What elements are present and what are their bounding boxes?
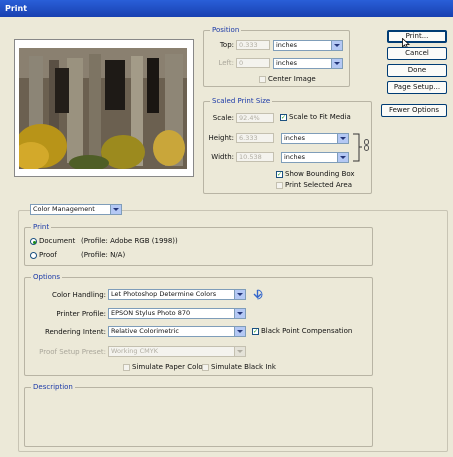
chevron-down-icon	[234, 290, 245, 299]
color-handling-select[interactable]: Let Photoshop Determine Colors	[108, 289, 246, 300]
simulate-ink-checkbox[interactable]	[202, 364, 209, 371]
document-radio[interactable]	[30, 238, 37, 245]
scaled-print-size-legend: Scaled Print Size	[210, 97, 273, 105]
bounding-box-checkbox[interactable]: ✓	[276, 171, 283, 178]
preview-photo	[19, 48, 187, 169]
color-handling-value: Let Photoshop Determine Colors	[111, 290, 217, 298]
print-button[interactable]: Print...	[387, 30, 447, 43]
printer-profile-label: Printer Profile:	[56, 310, 106, 318]
top-unit-select[interactable]: inches	[273, 40, 343, 51]
left-label: Left:	[218, 59, 234, 67]
description-legend: Description	[31, 383, 75, 391]
rendering-intent-select[interactable]: Relative Colorimetric	[108, 326, 246, 337]
rendering-intent-value: Relative Colorimetric	[111, 327, 179, 335]
cancel-button[interactable]: Cancel	[387, 47, 447, 60]
mode-select[interactable]: Color Management	[30, 204, 122, 215]
print-source-legend: Print	[31, 223, 52, 231]
page-setup-button[interactable]: Page Setup...	[387, 81, 447, 94]
width-label: Width:	[211, 153, 234, 161]
black-point-label: Black Point Compensation	[261, 327, 353, 335]
simulate-ink-label: Simulate Black Ink	[211, 363, 276, 371]
black-point-checkbox[interactable]: ✓	[252, 328, 259, 335]
preview-image	[19, 48, 187, 169]
printer-profile-select[interactable]: EPSON Stylus Photo 870	[108, 308, 246, 319]
scale-to-fit-label: Scale to Fit Media	[289, 113, 351, 121]
link-icon	[364, 139, 369, 151]
color-handling-label: Color Handling:	[51, 291, 106, 299]
top-field[interactable]: 0.333	[236, 40, 270, 50]
chevron-down-icon	[331, 41, 342, 50]
title-bar: Print	[0, 0, 453, 17]
scale-label: Scale:	[212, 114, 234, 122]
chevron-down-icon	[234, 327, 245, 336]
simulate-paper-label: Simulate Paper Color	[132, 363, 206, 371]
options-legend: Options	[31, 273, 63, 281]
rendering-intent-label: Rendering Intent:	[44, 328, 106, 336]
print-selected-label: Print Selected Area	[285, 181, 353, 189]
chevron-down-icon	[337, 153, 348, 162]
proof-radio[interactable]	[30, 252, 37, 259]
top-label: Top:	[219, 41, 234, 49]
chevron-down-icon	[337, 134, 348, 143]
center-image-checkbox[interactable]	[259, 76, 266, 83]
proof-setup-value: Working CMYK	[111, 347, 158, 355]
top-unit-value: inches	[276, 41, 298, 49]
height-field[interactable]: 6.333	[236, 133, 274, 143]
print-selected-checkbox[interactable]	[276, 182, 283, 189]
window-title: Print	[5, 4, 28, 13]
printer-profile-value: EPSON Stylus Photo 870	[111, 309, 191, 317]
document-profile: (Profile: Adobe RGB (1998))	[81, 237, 178, 245]
fewer-options-button[interactable]: Fewer Options	[381, 104, 447, 117]
width-unit-value: inches	[284, 153, 306, 161]
proof-setup-select[interactable]: Working CMYK	[108, 346, 246, 357]
position-legend: Position	[210, 26, 242, 34]
center-image-label: Center Image	[268, 75, 316, 83]
simulate-paper-checkbox[interactable]	[123, 364, 130, 371]
height-unit-value: inches	[284, 134, 306, 142]
info-icon	[253, 289, 263, 300]
bounding-box-label: Show Bounding Box	[285, 170, 355, 178]
width-field[interactable]: 10.538	[236, 152, 274, 162]
left-unit-value: inches	[276, 59, 298, 67]
chevron-down-icon	[331, 59, 342, 68]
width-unit-select[interactable]: inches	[281, 152, 349, 163]
scale-field[interactable]: 92.4%	[236, 113, 274, 123]
chevron-down-icon	[110, 205, 121, 214]
proof-setup-label: Proof Setup Preset:	[39, 348, 106, 356]
height-label: Height:	[208, 134, 235, 142]
document-label: Document	[39, 237, 76, 245]
chevron-down-icon	[234, 347, 245, 356]
print-dialog: Print Position Top: 0.333 inches Left: 0…	[0, 0, 453, 457]
left-unit-select[interactable]: inches	[273, 58, 343, 69]
chevron-down-icon	[234, 309, 245, 318]
print-source-group: Print	[24, 223, 373, 266]
description-group: Description	[24, 383, 373, 447]
left-field[interactable]: 0	[236, 58, 270, 68]
proof-profile: (Profile: N/A)	[81, 251, 126, 259]
done-button[interactable]: Done	[387, 64, 447, 77]
scale-to-fit-checkbox[interactable]: ✓	[280, 114, 287, 121]
print-preview	[14, 39, 194, 177]
mode-value: Color Management	[33, 205, 95, 213]
proof-label: Proof	[39, 251, 57, 259]
height-unit-select[interactable]: inches	[281, 133, 349, 144]
